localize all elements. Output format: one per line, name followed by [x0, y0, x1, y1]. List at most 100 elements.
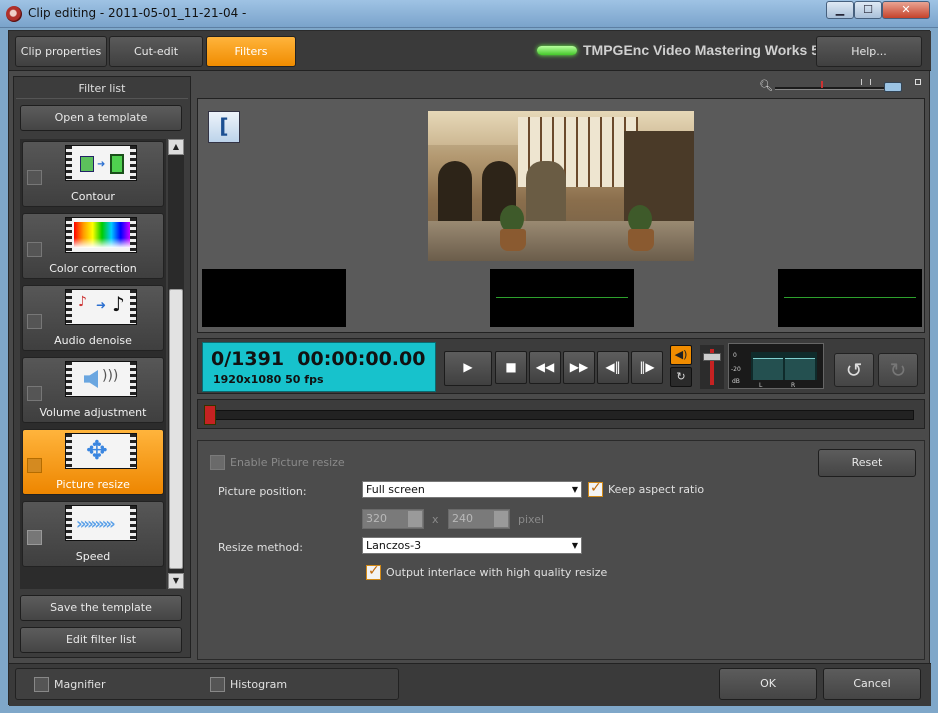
width-stepper[interactable]: 320	[362, 509, 424, 529]
audio-waveform	[202, 269, 346, 327]
histogram-checkbox[interactable]	[210, 677, 225, 692]
edit-filter-list-button[interactable]: Edit filter list	[20, 627, 182, 653]
interlace-quality-checkbox[interactable]	[366, 563, 381, 580]
filter-item-label: Contour	[71, 190, 115, 203]
filter-panel: Filter list Open a template ➜ Contour Co…	[13, 76, 191, 658]
tab-clip-properties[interactable]: Clip properties	[15, 36, 107, 67]
filter-item-volume-adjustment[interactable]: ))) Volume adjustment	[22, 357, 164, 423]
histogram-label: Histogram	[230, 678, 288, 691]
seek-bar[interactable]	[204, 410, 914, 420]
maximize-button[interactable]: ☐	[854, 1, 882, 19]
filter-item-audio-denoise[interactable]: ♪ ➜ ♪ Audio denoise	[22, 285, 164, 351]
volume-knob[interactable]	[703, 353, 721, 361]
preview-panel: [	[197, 98, 925, 333]
filter-checkbox[interactable]	[27, 170, 42, 185]
picture-resize-settings: Enable Picture resize Reset Picture posi…	[197, 440, 925, 660]
picture-position-select[interactable]: Full screen ▼	[362, 481, 582, 498]
redo-button[interactable]: ↻	[878, 353, 918, 387]
resolution-info: 1920x1080 50 fps	[213, 373, 324, 386]
title-bar: Clip editing - 2011-05-01_11-21-04 - ▁ ☐…	[0, 0, 938, 28]
filter-list-header: Filter list	[16, 79, 188, 99]
scroll-up-icon[interactable]: ▲	[168, 139, 184, 155]
chevron-down-icon: ▼	[571, 541, 578, 550]
filter-checkbox[interactable]	[27, 386, 42, 401]
play-button[interactable]: ▶	[444, 351, 492, 386]
filter-checkbox[interactable]	[27, 314, 42, 329]
zoom-slider[interactable]	[775, 87, 899, 90]
save-template-button[interactable]: Save the template	[20, 595, 182, 621]
fit-icon[interactable]	[915, 79, 921, 85]
enable-picture-resize-checkbox[interactable]	[210, 455, 225, 470]
help-button[interactable]: Help...	[816, 36, 922, 67]
zoom-handle[interactable]	[884, 82, 902, 92]
prev-frame-button[interactable]: ◀‖	[597, 351, 629, 384]
reset-button[interactable]: Reset	[818, 449, 916, 477]
filter-list: ➜ Contour Color correction ♪ ➜ ♪ Audio d…	[20, 139, 166, 589]
filter-item-speed[interactable]: »»»»» Speed	[22, 501, 164, 567]
height-stepper[interactable]: 240	[448, 509, 510, 529]
window-title: Clip editing - 2011-05-01_11-21-04 -	[28, 6, 247, 20]
zoom-bar: 🔍︎	[759, 79, 929, 95]
audio-denoise-icon: ♪ ➜ ♪	[65, 289, 137, 325]
top-tab-bar: Clip properties Cut-edit Filters TMPGEnc…	[9, 31, 931, 71]
filter-item-label: Color correction	[49, 262, 137, 275]
filter-checkbox[interactable]	[27, 530, 42, 545]
chevron-down-icon: ▼	[571, 485, 578, 494]
contour-icon: ➜	[65, 145, 137, 181]
resize-arrows-icon: ✥	[65, 433, 137, 469]
filter-item-label: Audio denoise	[54, 334, 132, 347]
filter-item-color-correction[interactable]: Color correction	[22, 213, 164, 279]
seek-panel	[197, 399, 925, 429]
rewind-button[interactable]: ◀◀	[529, 351, 561, 384]
audio-speaker-icon[interactable]: ◀)	[670, 345, 692, 365]
filter-item-label: Picture resize	[56, 478, 130, 491]
view-options: Magnifier Histogram	[15, 668, 399, 700]
picture-position-label: Picture position:	[218, 485, 307, 498]
cancel-button[interactable]: Cancel	[823, 668, 921, 700]
video-preview-image	[428, 111, 694, 261]
magnifier-label: Magnifier	[54, 678, 106, 691]
filter-item-picture-resize[interactable]: ✥ Picture resize	[22, 429, 164, 495]
speed-chevrons-icon: »»»»»	[65, 505, 137, 541]
open-template-button[interactable]: Open a template	[20, 105, 182, 131]
resize-method-select[interactable]: Lanczos-3 ▼	[362, 537, 582, 554]
status-led-icon	[537, 46, 577, 55]
volume-slider[interactable]	[700, 345, 724, 389]
filter-checkbox[interactable]	[27, 242, 42, 257]
timecode: 00:00:00.00	[297, 348, 426, 370]
minimize-button[interactable]: ▁	[826, 1, 854, 19]
filter-checkbox[interactable]	[27, 458, 42, 473]
fast-forward-button[interactable]: ▶▶	[563, 351, 595, 384]
close-button[interactable]: ✕	[882, 1, 930, 19]
magnify-icon: 🔍︎	[759, 79, 773, 92]
undo-button[interactable]: ↺	[834, 353, 874, 387]
color-correction-icon	[65, 217, 137, 253]
scroll-thumb[interactable]	[169, 289, 183, 569]
seek-handle[interactable]	[204, 405, 216, 425]
filter-item-label: Speed	[75, 550, 111, 563]
mark-in-icon[interactable]: [	[208, 111, 240, 143]
keep-aspect-ratio-checkbox[interactable]	[588, 480, 603, 497]
ok-button[interactable]: OK	[719, 668, 817, 700]
stop-button[interactable]: ■	[495, 351, 527, 384]
timecode-display: 0/1391 00:00:00.00 1920x1080 50 fps	[202, 342, 436, 392]
frame-counter: 0/1391	[211, 348, 285, 370]
client-area: Clip properties Cut-edit Filters TMPGEnc…	[8, 30, 931, 706]
audio-waveform	[778, 269, 922, 327]
tab-cut-edit[interactable]: Cut-edit	[109, 36, 203, 67]
filter-item-contour[interactable]: ➜ Contour	[22, 141, 164, 207]
bottom-bar: Magnifier Histogram OK Cancel	[9, 663, 931, 706]
magnifier-checkbox[interactable]	[34, 677, 49, 692]
audio-waveform	[490, 269, 634, 327]
keep-aspect-ratio-label: Keep aspect ratio	[608, 483, 705, 496]
interlace-quality-label: Output interlace with high quality resiz…	[386, 566, 608, 579]
next-frame-button[interactable]: ‖▶	[631, 351, 663, 384]
pixel-unit-label: pixel	[518, 513, 545, 526]
resize-method-label: Resize method:	[218, 541, 303, 554]
tab-filters[interactable]: Filters	[206, 36, 296, 67]
filter-list-scrollbar[interactable]: ▲ ▼	[168, 139, 184, 589]
loop-icon[interactable]: ↻	[670, 367, 692, 387]
audio-level-meter: 0 -20 dB L R	[728, 343, 824, 389]
app-icon	[6, 6, 22, 22]
scroll-down-icon[interactable]: ▼	[168, 573, 184, 589]
